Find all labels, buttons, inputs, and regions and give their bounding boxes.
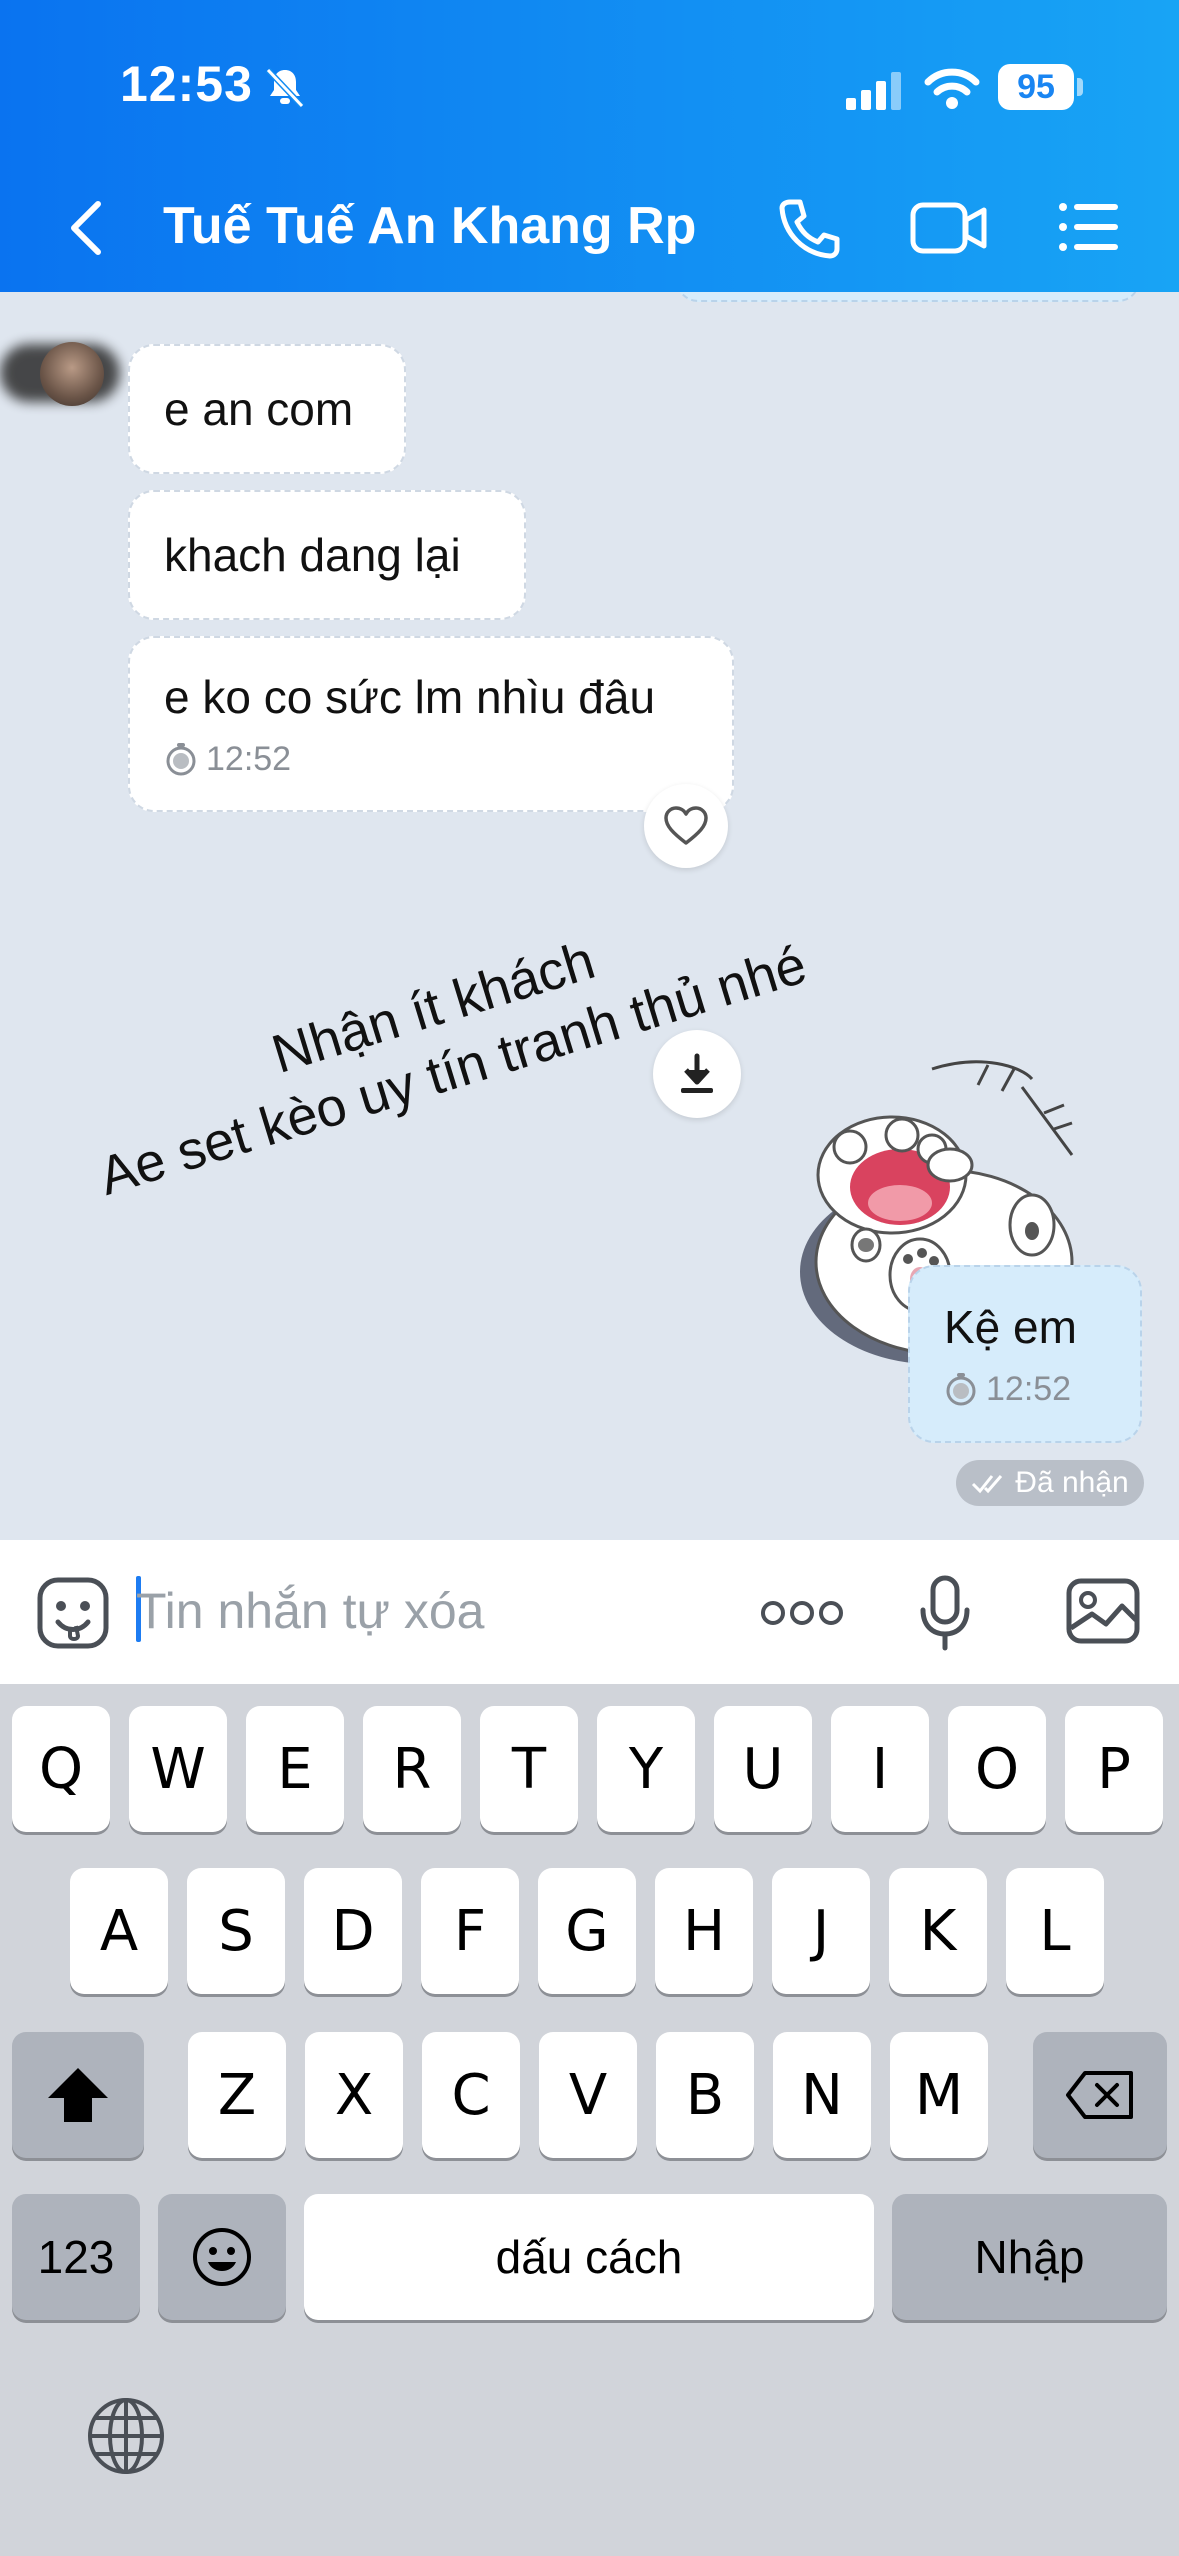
letter-key[interactable]: J (772, 1868, 870, 1994)
microphone-icon[interactable] (918, 1574, 972, 1654)
letter-key[interactable]: Q (12, 1706, 110, 1832)
return-key[interactable]: Nhập (892, 2194, 1167, 2320)
message-bubble[interactable]: e an com (128, 344, 406, 474)
message-bubble[interactable]: khach dang lại (128, 490, 526, 620)
letter-key[interactable]: E (246, 1706, 344, 1832)
download-icon (681, 1053, 713, 1093)
letter-key[interactable]: H (655, 1868, 753, 1994)
battery-tip (1077, 78, 1083, 96)
shift-key[interactable] (12, 2032, 144, 2158)
video-call-icon[interactable] (910, 200, 988, 256)
chat-header: 12:53 95 Tuế Tuế An Khang Rp (0, 0, 1179, 292)
letter-key[interactable]: V (539, 2032, 637, 2158)
message-text: e ko co sức lm nhìu đâu (164, 670, 656, 723)
letter-key[interactable]: G (538, 1868, 636, 1994)
globe-icon[interactable] (86, 2396, 166, 2476)
letter-key[interactable]: P (1065, 1706, 1163, 1832)
message-bubble[interactable]: e ko co sức lm nhìu đâu 12:52 (128, 636, 734, 812)
letter-key[interactable]: K (889, 1868, 987, 1994)
status-time: 12:53 (120, 56, 253, 112)
letter-key[interactable]: O (948, 1706, 1046, 1832)
letter-key[interactable]: N (773, 2032, 871, 2158)
letter-key[interactable]: C (422, 2032, 520, 2158)
delivery-status-badge: Đã nhận (956, 1460, 1144, 1506)
image-icon[interactable] (1066, 1578, 1140, 1644)
letter-key[interactable]: R (363, 1706, 461, 1832)
signal-icon (846, 72, 901, 110)
avatar[interactable] (40, 342, 104, 406)
letter-key[interactable]: D (304, 1868, 402, 1994)
letter-key[interactable]: U (714, 1706, 812, 1832)
space-key[interactable]: dấu cách (304, 2194, 874, 2320)
backspace-key[interactable] (1033, 2032, 1167, 2158)
letter-key[interactable]: Z (188, 2032, 286, 2158)
phone-icon[interactable] (776, 196, 842, 262)
double-check-icon (972, 1475, 1003, 1494)
previous-message-bubble (676, 292, 1140, 302)
message-text: Kệ em (944, 1300, 1077, 1353)
message-text: khach dang lại (164, 529, 461, 581)
message-text: e an com (164, 383, 354, 435)
emoji-key[interactable] (158, 2194, 286, 2320)
more-options-icon[interactable] (760, 1598, 844, 1628)
backspace-icon (1066, 2071, 1133, 2119)
letter-key[interactable]: F (421, 1868, 519, 1994)
back-icon[interactable] (66, 200, 106, 256)
chat-title[interactable]: Tuế Tuế An Khang Rp (163, 196, 696, 256)
download-sticker-button[interactable] (653, 1030, 741, 1118)
letter-key[interactable]: X (305, 2032, 403, 2158)
cat-sticker[interactable] (782, 902, 1118, 1540)
message-list[interactable]: e an com khach dang lại e ko co sức lm n… (0, 292, 1179, 1540)
sticker-emoji-icon[interactable] (36, 1576, 110, 1650)
menu-icon[interactable] (1058, 202, 1120, 252)
letter-key[interactable]: I (831, 1706, 929, 1832)
letter-key[interactable]: M (890, 2032, 988, 2158)
letter-key[interactable]: T (480, 1706, 578, 1832)
timer-icon (166, 743, 196, 776)
outgoing-message-bubble[interactable]: Kệ em 12:52 (908, 1265, 1142, 1443)
letter-key[interactable]: S (187, 1868, 285, 1994)
wifi-icon (924, 68, 980, 109)
message-input[interactable]: Tin nhắn tự xóa (136, 1582, 485, 1640)
letter-key[interactable]: L (1006, 1868, 1104, 1994)
heart-icon (664, 806, 708, 845)
letter-key[interactable]: W (129, 1706, 227, 1832)
message-timestamp: 12:52 (164, 740, 291, 779)
shift-icon (48, 2068, 108, 2122)
battery-indicator: 95 (998, 64, 1074, 110)
letter-key[interactable]: B (656, 2032, 754, 2158)
message-timestamp: 12:52 (944, 1370, 1106, 1409)
letter-key[interactable]: Y (597, 1706, 695, 1832)
silent-bell-icon (265, 67, 305, 109)
letter-key[interactable]: A (70, 1868, 168, 1994)
emoji-icon (193, 2228, 251, 2286)
timer-icon (946, 1373, 976, 1406)
numbers-key[interactable]: 123 (12, 2194, 140, 2320)
